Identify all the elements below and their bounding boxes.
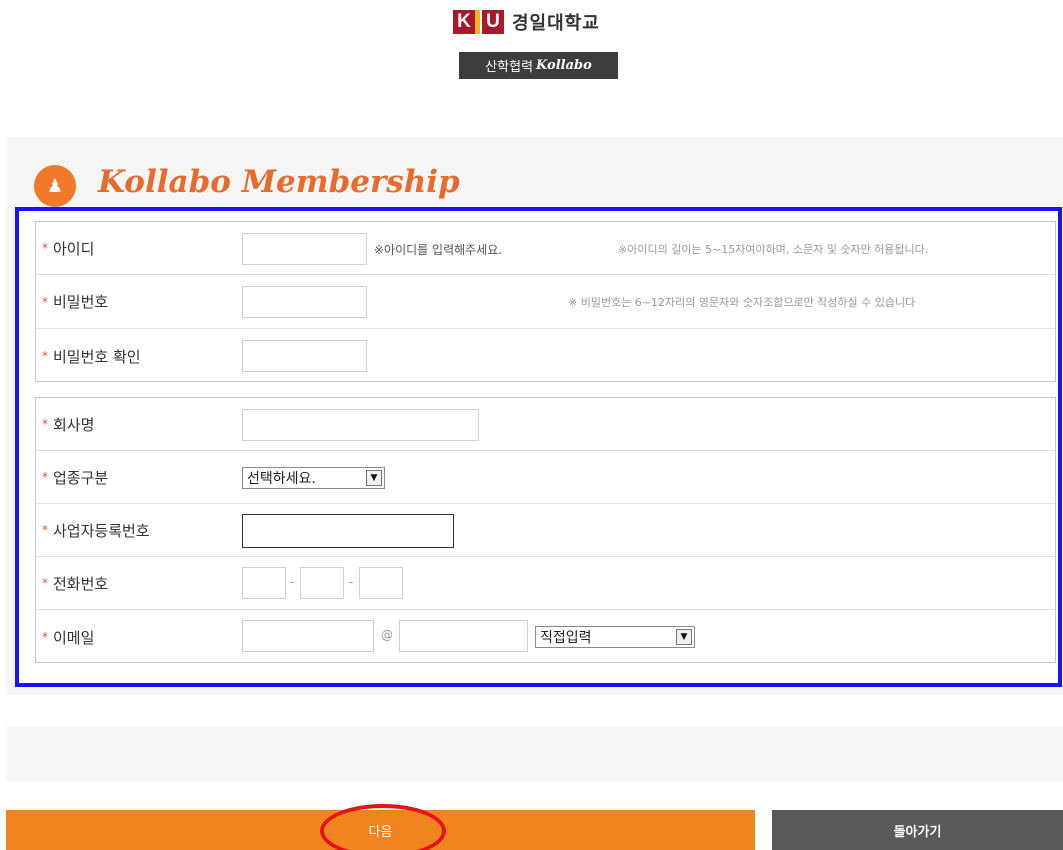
required-mark: * [42,630,48,644]
required-mark: * [42,470,48,484]
university-name: 경일대학교 [512,13,600,34]
password-input[interactable] [242,286,367,318]
next-button-highlight [320,804,446,850]
email-domain-input[interactable] [399,620,528,652]
required-mark: * [42,294,48,309]
email-label: * 이메일 [42,628,95,647]
password-row: * 비밀번호 ※ 비밀번호는 6~12자리의 영문자와 숫자조합으로만 작성하실 … [36,275,1055,329]
company-input[interactable] [242,409,479,441]
id-label: * 아이디 [42,239,95,258]
phone-row: * 전화번호 - - [36,557,1055,610]
page-title: Kollabo Membership [98,164,460,200]
business-number-row: * 사업자등록번호 [36,504,1055,557]
id-row: * 아이디 ※아이디를 입력해주세요. ※아이디의 길이는 5~15자여야하며, … [36,222,1055,275]
industry-row: * 업종구분 선택하세요. ▼ [36,451,1055,504]
site-subtitle: 산학협력 Kollabo [459,52,618,79]
required-mark: * [42,349,48,363]
industry-selected-value: 선택하세요. [247,471,316,487]
password-confirm-label: * 비밀번호 확인 [42,347,141,366]
account-info-group: * 아이디 ※아이디를 입력해주세요. ※아이디의 길이는 5~15자여야하며, … [35,221,1056,382]
phone-separator: - [290,575,295,589]
chevron-down-icon[interactable]: ▼ [366,470,382,486]
logo-letter-i [475,10,480,34]
company-info-group: * 회사명 * 업종구분 선택하세요. ▼ * 사업자등록번호 * 전화번호 - - *… [35,397,1056,663]
email-id-input[interactable] [242,620,374,652]
subtitle-brand: Kollabo [536,58,592,73]
email-at-sign: @ [381,628,393,642]
required-mark: * [42,241,48,255]
bottom-bar [6,727,1063,781]
required-mark: * [42,523,48,537]
person-group-icon: ♟ [34,165,76,207]
industry-select[interactable]: 선택하세요. ▼ [242,467,385,489]
email-row: * 이메일 @ 직접입력 ▼ [36,610,1055,664]
logo-letter-u: U [482,10,504,34]
business-number-input[interactable] [242,514,454,548]
industry-label: * 업종구분 [42,468,109,487]
required-mark: * [42,417,48,431]
phone-input-3[interactable] [359,567,403,599]
company-row: * 회사명 [36,398,1055,451]
business-number-label: * 사업자등록번호 [42,521,150,540]
university-logo: K U 경일대학교 [453,8,600,36]
password-label: * 비밀번호 [42,293,109,311]
email-domain-select[interactable]: 직접입력 ▼ [535,626,695,648]
id-input[interactable] [242,233,367,265]
company-label: * 회사명 [42,415,95,434]
password-confirm-row: * 비밀번호 확인 [36,329,1055,383]
subtitle-main: 산학협력 [485,60,534,75]
password-rule: ※ 비밀번호는 6~12자리의 영문자와 숫자조합으로만 작성하실 수 있습니다 [568,296,916,309]
phone-input-2[interactable] [300,567,344,599]
chevron-down-icon[interactable]: ▼ [676,629,692,645]
form-highlight-frame: * 아이디 ※아이디를 입력해주세요. ※아이디의 길이는 5~15자여야하며, … [15,207,1062,687]
id-rule: ※아이디의 길이는 5~15자여야하며, 소문자 및 숫자만 허용됩니다. [618,243,929,256]
email-domain-selected-value: 직접입력 [540,630,592,646]
back-button[interactable]: 돌아가기 [772,810,1063,850]
password-confirm-input[interactable] [242,340,367,372]
phone-separator: - [349,575,354,589]
required-mark: * [42,576,48,590]
phone-input-1[interactable] [242,567,286,599]
phone-label: * 전화번호 [42,574,109,593]
logo-letter-k: K [453,10,475,34]
id-hint: ※아이디를 입력해주세요. [374,243,503,257]
